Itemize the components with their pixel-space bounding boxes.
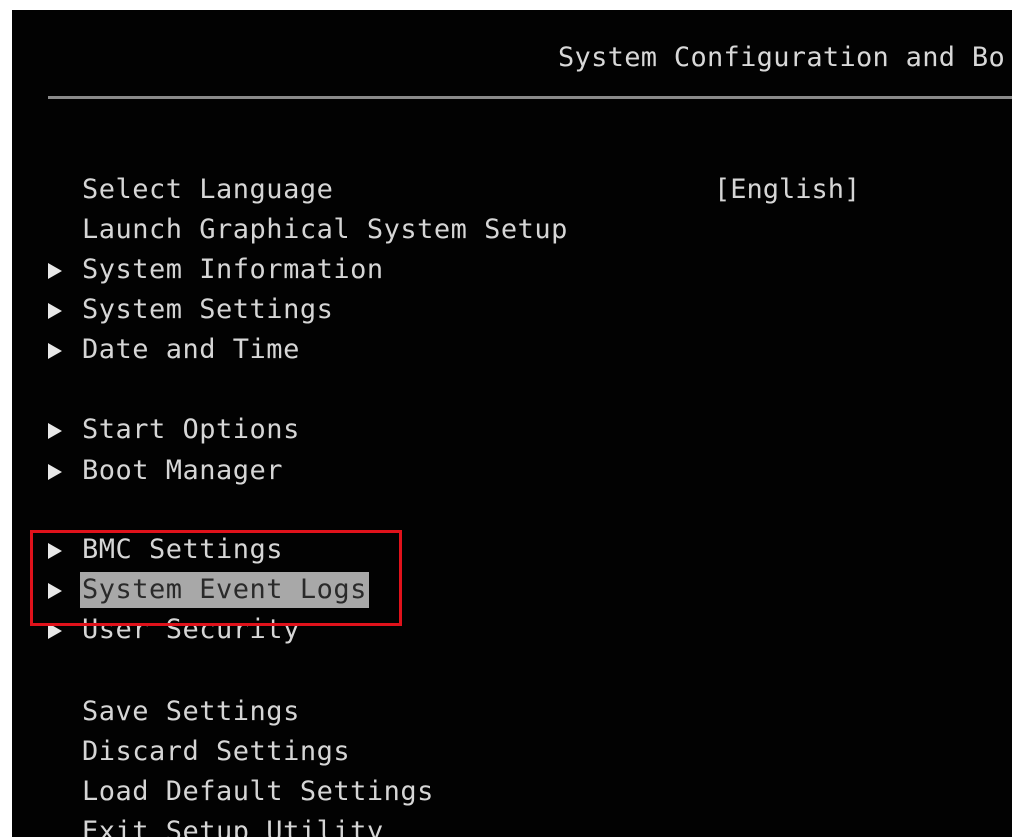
menu-item-start-options[interactable]: Start Options xyxy=(12,412,1012,448)
submenu-arrow-icon xyxy=(48,623,62,639)
menu-item-user-security[interactable]: User Security xyxy=(12,612,1012,648)
menu-item-label: System Information xyxy=(82,254,384,285)
submenu-arrow-icon xyxy=(48,464,62,480)
menu-item-system-event-logs[interactable]: System Event Logs xyxy=(12,572,1012,608)
menu-item-label: Date and Time xyxy=(82,334,300,365)
menu-item-exit-setup-utility[interactable]: Exit Setup Utility xyxy=(12,814,1012,837)
page-title: System Configuration and Bo xyxy=(558,42,1005,73)
header-divider xyxy=(48,96,1012,99)
bios-setup-screen: System Configuration and Bo Select Langu… xyxy=(12,10,1012,837)
menu-item-label: System Settings xyxy=(82,294,334,325)
menu-item-launch-graphical-setup[interactable]: Launch Graphical System Setup xyxy=(12,212,1012,248)
submenu-arrow-icon xyxy=(48,543,62,559)
menu-item-label-selected: System Event Logs xyxy=(80,572,369,608)
menu-item-label: Select Language xyxy=(82,174,334,205)
submenu-arrow-icon xyxy=(48,423,62,439)
menu-item-label: Exit Setup Utility xyxy=(82,816,384,837)
language-value[interactable]: [English] xyxy=(714,172,860,208)
menu-item-select-language[interactable]: Select Language [English] xyxy=(12,172,1012,208)
menu-item-system-settings[interactable]: System Settings xyxy=(12,292,1012,328)
menu-item-label: Launch Graphical System Setup xyxy=(82,214,568,245)
submenu-arrow-icon xyxy=(48,583,62,599)
menu-item-date-and-time[interactable]: Date and Time xyxy=(12,332,1012,368)
menu-item-load-default-settings[interactable]: Load Default Settings xyxy=(12,774,1012,810)
menu-item-label: Boot Manager xyxy=(82,455,284,486)
menu-item-label: Save Settings xyxy=(82,696,300,727)
menu-item-save-settings[interactable]: Save Settings xyxy=(12,694,1012,730)
menu-item-label: User Security xyxy=(82,614,300,645)
menu-item-label: Load Default Settings xyxy=(82,776,434,807)
menu-item-label: Discard Settings xyxy=(82,736,351,767)
submenu-arrow-icon xyxy=(48,343,62,359)
menu-item-label: Start Options xyxy=(82,414,300,445)
submenu-arrow-icon xyxy=(48,263,62,279)
menu-item-boot-manager[interactable]: Boot Manager xyxy=(12,453,1012,489)
menu-item-discard-settings[interactable]: Discard Settings xyxy=(12,734,1012,770)
submenu-arrow-icon xyxy=(48,303,62,319)
menu-item-bmc-settings[interactable]: BMC Settings xyxy=(12,532,1012,568)
menu-item-label: BMC Settings xyxy=(82,534,284,565)
menu-item-system-information[interactable]: System Information xyxy=(12,252,1012,288)
